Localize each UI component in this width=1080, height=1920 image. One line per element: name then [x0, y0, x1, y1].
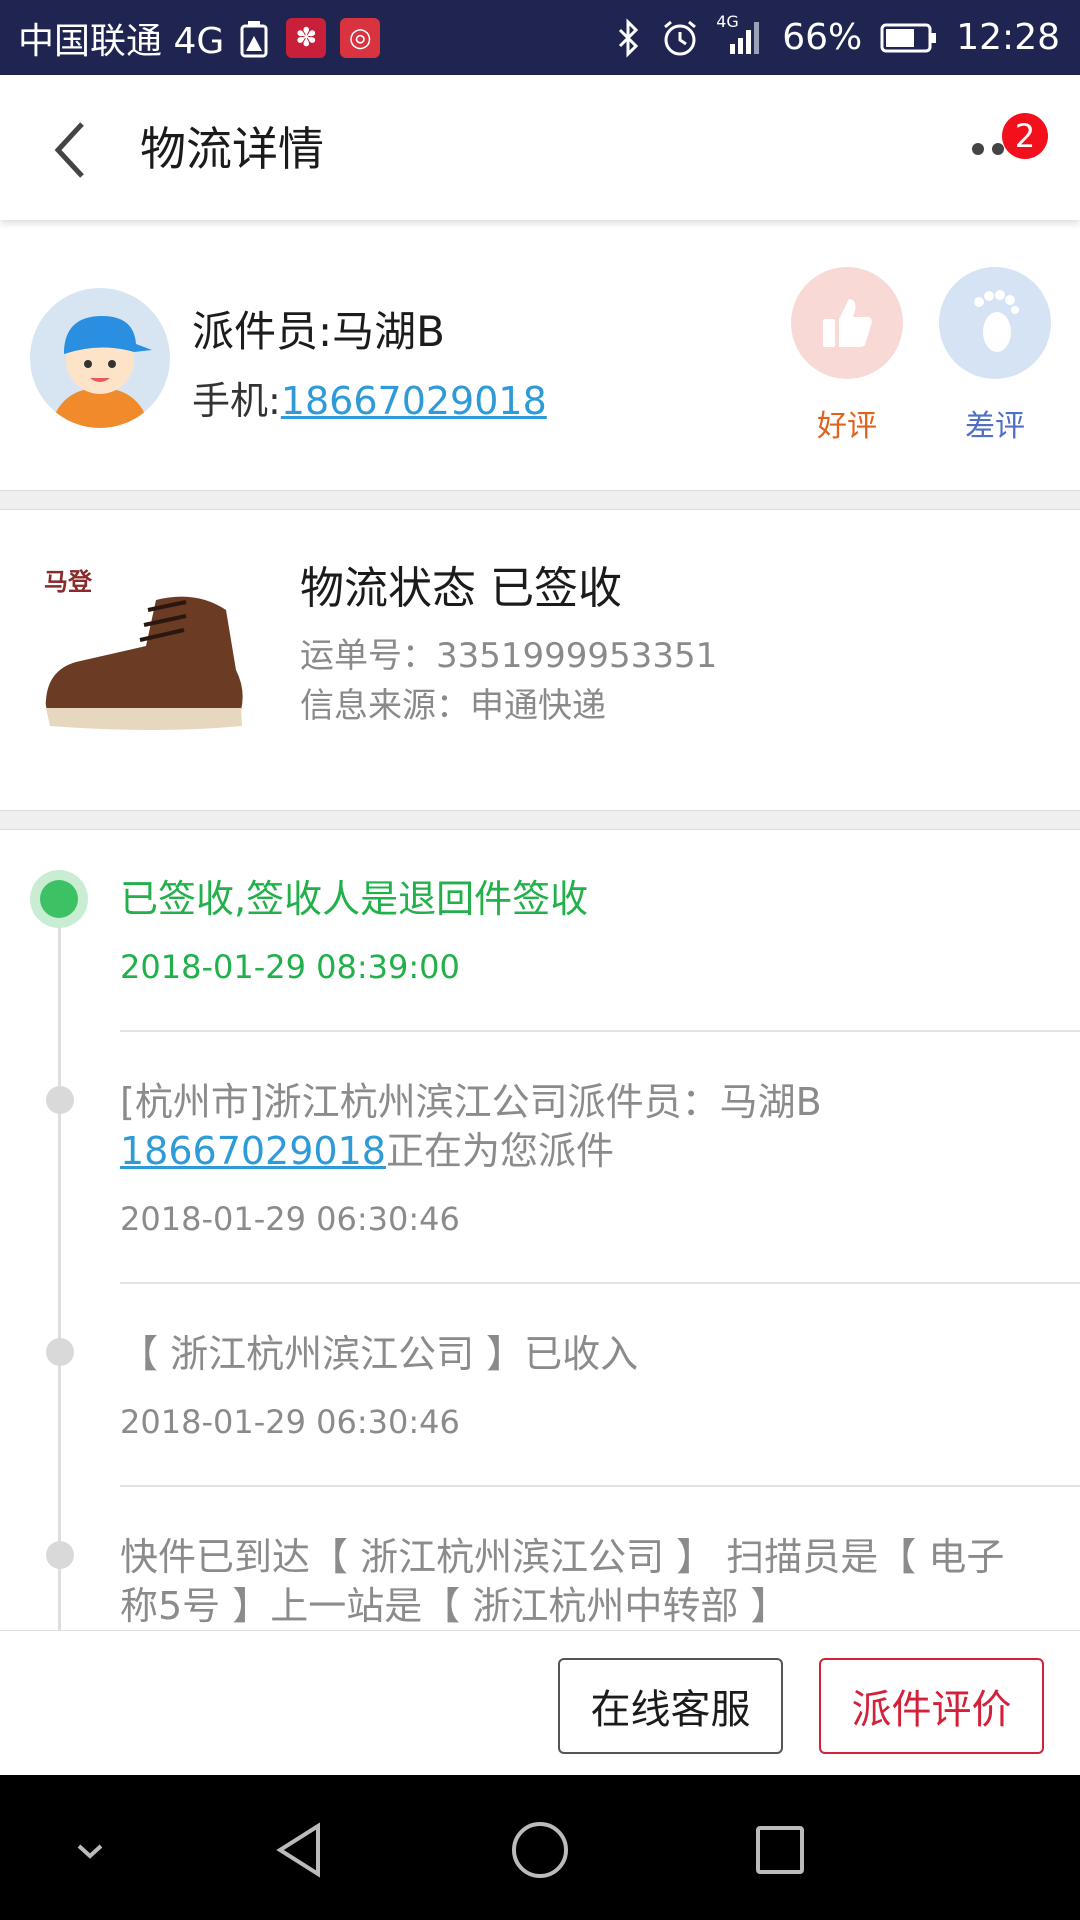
timeline-separator [120, 1282, 1080, 1284]
timeline-dot-active [30, 870, 88, 928]
courier-phone-link[interactable]: 18667029018 [281, 379, 547, 423]
product-image: 马登 [36, 550, 266, 750]
waybill-number: 运单号：3351999953351 [300, 636, 718, 676]
chevron-down-icon [77, 1844, 103, 1859]
timeline-text: 已签收,签收人是退回件签收 [120, 877, 589, 921]
nav-back-button[interactable] [265, 1815, 335, 1885]
app-header: 物流详情 2 [0, 75, 1080, 220]
battery-icon [880, 23, 938, 53]
courier-name: 派件员:马湖B [192, 307, 445, 356]
phone-label: 手机: [192, 379, 281, 423]
back-button[interactable] [40, 115, 100, 185]
logistics-status: 物流状态 已签收 [300, 563, 622, 614]
tracking-timeline: 已签收,签收人是退回件签收 2018-01-29 08:39:00 [杭州市]浙… [0, 830, 1080, 1630]
courier-card: 派件员:马湖B 手机:18667029018 好评 差评 [0, 220, 1080, 490]
online-service-button[interactable]: 在线客服 [558, 1658, 783, 1754]
brand-logo: 马登 [44, 568, 92, 596]
alarm-icon [660, 18, 700, 58]
nav-recents-button[interactable] [745, 1815, 815, 1885]
system-nav-bar [0, 1775, 1080, 1920]
bottom-action-bar: 在线客服 派件评价 [0, 1630, 1080, 1775]
notification-badge: 2 [1002, 113, 1048, 159]
timeline-text-prefix: [杭州市]浙江杭州滨江公司派件员：马湖B [120, 1080, 822, 1124]
timeline-line [58, 900, 61, 1630]
bad-review-label: 差评 [965, 409, 1025, 444]
status-bar: 中国联通 4G ✽ ◎ 4G 66% 12:28 [0, 0, 1080, 75]
circle-home-icon [512, 1822, 568, 1878]
good-review-button[interactable]: 好评 [791, 267, 903, 445]
carrier-label: 中国联通 4G [18, 20, 225, 62]
package-card: 马登 物流状态 已签收 运单号：3351999953351 信息来源：申通快递 [0, 510, 1080, 810]
delivery-rating-button[interactable]: 派件评价 [819, 1658, 1044, 1754]
footprint-icon [939, 267, 1051, 379]
page-title: 物流详情 [140, 122, 324, 176]
timeline-text: [杭州市]浙江杭州滨江公司派件员：马湖B 18667029018正在为您派件 [120, 1078, 1020, 1176]
nav-collapse-button[interactable] [55, 1815, 125, 1885]
timeline-dot [46, 1541, 74, 1569]
timeline-dot [46, 1086, 74, 1114]
back-arrow-icon [54, 122, 84, 178]
timeline-text: 【 浙江杭州滨江公司 】已收入 [120, 1332, 639, 1376]
bluetooth-icon [616, 17, 642, 58]
section-divider [0, 490, 1080, 510]
nav-home-button[interactable] [505, 1815, 575, 1885]
app-icon-1: ✽ [286, 17, 327, 58]
courier-phone-row: 手机:18667029018 [192, 370, 547, 425]
clock: 12:28 [956, 17, 1060, 58]
timeline-phone-link[interactable]: 18667029018 [120, 1129, 386, 1173]
timeline-time: 2018-01-29 08:39:00 [120, 948, 460, 986]
signal-icon: 4G [716, 12, 764, 58]
warning-icon [238, 18, 272, 58]
network-type-label: 4G [716, 11, 739, 31]
timeline-text-suffix: 正在为您派件 [385, 1129, 614, 1173]
timeline-time: 2018-01-29 06:30:46 [120, 1200, 460, 1238]
timeline-separator [120, 1485, 1080, 1487]
timeline-time: 2018-01-29 06:30:46 [120, 1403, 460, 1441]
info-source: 信息来源：申通快递 [300, 686, 606, 726]
section-divider [0, 810, 1080, 830]
timeline-dot [46, 1338, 74, 1366]
more-menu-button[interactable]: 2 [960, 113, 1048, 183]
courier-avatar [30, 288, 170, 428]
triangle-back-icon [276, 1822, 320, 1878]
bad-review-button[interactable]: 差评 [939, 267, 1051, 445]
timeline-separator [120, 1030, 1080, 1032]
battery-percent: 66% [782, 17, 863, 58]
square-recents-icon [756, 1826, 804, 1874]
good-review-label: 好评 [817, 409, 877, 444]
thumbs-up-icon [791, 267, 903, 379]
timeline-text: 快件已到达【 浙江杭州滨江公司 】 扫描员是【 电子称5号 】上一站是【 浙江杭… [120, 1535, 1005, 1628]
app-icon-2: ◎ [340, 17, 381, 58]
